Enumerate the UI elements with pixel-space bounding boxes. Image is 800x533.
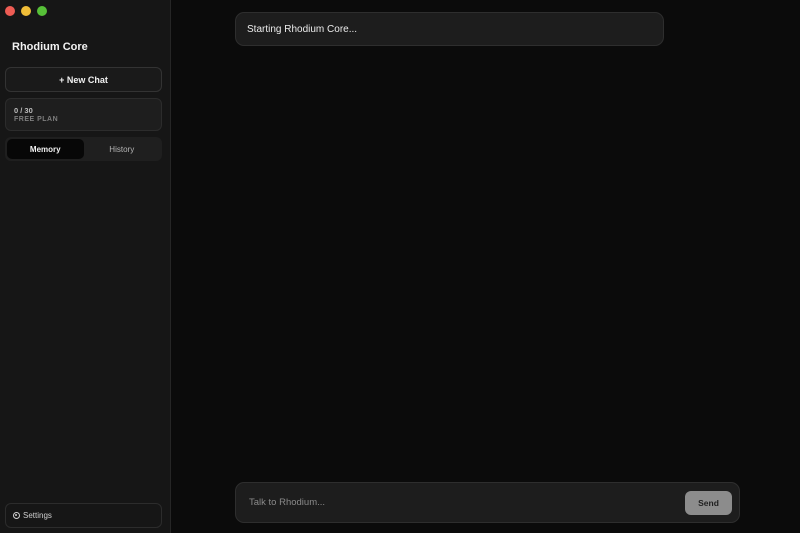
tab-history[interactable]: History — [84, 139, 161, 159]
chat-area: Starting Rhodium Core... Send — [171, 0, 800, 533]
send-button[interactable]: Send — [685, 491, 732, 515]
close-window-button[interactable] — [5, 6, 15, 16]
minimize-window-button[interactable] — [21, 6, 31, 16]
composer: Send — [235, 482, 740, 523]
new-chat-button[interactable]: + New Chat — [5, 67, 162, 92]
gear-icon — [13, 512, 20, 519]
app-window: Rhodium Core + New Chat 0 / 30 FREE PLAN… — [0, 0, 800, 533]
sidebar: Rhodium Core + New Chat 0 / 30 FREE PLAN… — [0, 0, 171, 533]
window-controls — [5, 6, 47, 16]
tab-memory[interactable]: Memory — [7, 139, 84, 159]
status-message: Starting Rhodium Core... — [235, 12, 664, 46]
app-title: Rhodium Core — [12, 41, 88, 53]
zoom-window-button[interactable] — [37, 6, 47, 16]
usage-count: 0 / 30 — [14, 106, 33, 115]
message-input[interactable] — [249, 492, 669, 512]
status-message-text: Starting Rhodium Core... — [247, 23, 358, 35]
plan-label: FREE PLAN — [14, 116, 59, 123]
sidebar-tabs: Memory History — [5, 137, 162, 161]
settings-label: Settings — [23, 511, 52, 520]
usage-card: 0 / 30 FREE PLAN — [5, 98, 162, 131]
settings-button[interactable]: Settings — [5, 503, 162, 528]
